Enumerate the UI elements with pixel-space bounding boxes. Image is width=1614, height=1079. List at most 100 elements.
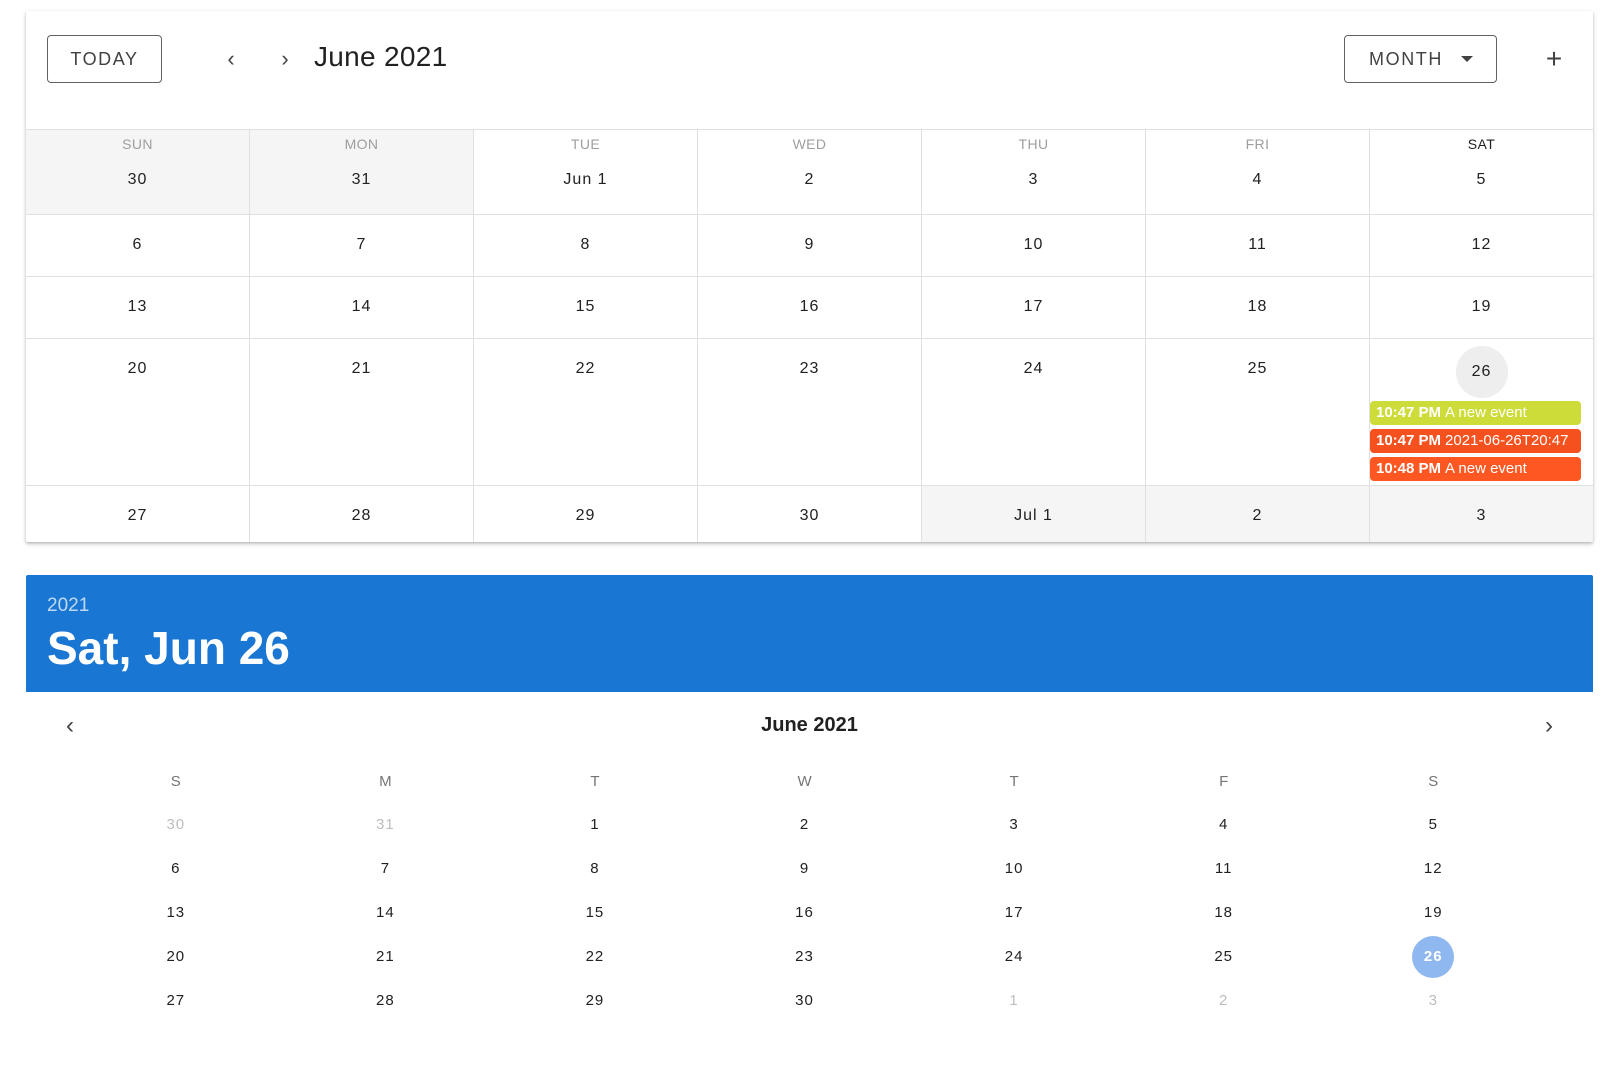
next-month-button[interactable]: › xyxy=(265,39,305,79)
picker-day[interactable]: 29 xyxy=(490,978,700,1023)
calendar-day-cell[interactable]: 27 xyxy=(26,486,250,542)
date-number[interactable]: 7 xyxy=(250,236,473,258)
date-number[interactable]: Jul 1 xyxy=(922,507,1145,529)
date-number[interactable]: 12 xyxy=(1370,236,1593,258)
calendar-day-cell[interactable]: 6 xyxy=(26,215,250,276)
date-number[interactable]: 20 xyxy=(26,360,249,382)
calendar-day-cell[interactable]: 11 xyxy=(1146,215,1370,276)
calendar-day-cell[interactable]: 28 xyxy=(250,486,474,542)
calendar-day-cell[interactable]: 12 xyxy=(1370,215,1593,276)
date-number[interactable]: 27 xyxy=(26,507,249,529)
picker-day[interactable]: 7 xyxy=(281,846,491,891)
calendar-day-cell[interactable]: THU 3 xyxy=(922,130,1146,214)
picker-day[interactable]: 17 xyxy=(909,890,1119,935)
calendar-day-cell[interactable]: Jul 1 xyxy=(922,486,1146,542)
calendar-day-cell[interactable]: 15 xyxy=(474,277,698,338)
date-number[interactable]: 29 xyxy=(474,507,697,529)
calendar-day-cell[interactable]: 2 xyxy=(1146,486,1370,542)
date-number[interactable]: 30 xyxy=(698,507,921,529)
calendar-day-cell[interactable]: 21 xyxy=(250,339,474,485)
event-chip[interactable]: 10:48 PM A new event xyxy=(1370,457,1581,481)
picker-day[interactable]: 1 xyxy=(490,802,700,847)
picker-day[interactable]: 23 xyxy=(700,934,910,979)
date-number[interactable]: 11 xyxy=(1146,236,1369,258)
picker-day[interactable]: 18 xyxy=(1119,890,1329,935)
calendar-day-cell[interactable]: 17 xyxy=(922,277,1146,338)
picker-day[interactable]: 13 xyxy=(71,890,281,935)
calendar-day-cell[interactable]: 16 xyxy=(698,277,922,338)
calendar-day-cell[interactable]: 10 xyxy=(922,215,1146,276)
prev-month-button[interactable]: ‹ xyxy=(211,39,251,79)
picker-next-month-button[interactable]: › xyxy=(1531,708,1567,744)
calendar-day-cell[interactable]: 9 xyxy=(698,215,922,276)
picker-day[interactable]: 10 xyxy=(909,846,1119,891)
picker-day[interactable]: 19 xyxy=(1328,890,1538,935)
date-number[interactable]: 28 xyxy=(250,507,473,529)
calendar-day-cell[interactable]: SAT 5 xyxy=(1370,130,1593,214)
calendar-day-cell[interactable]: 13 xyxy=(26,277,250,338)
picker-year[interactable]: 2021 xyxy=(47,595,89,617)
date-number[interactable]: 2 xyxy=(1146,507,1369,529)
picker-day[interactable]: 2 xyxy=(1119,978,1329,1023)
calendar-day-cell[interactable]: 18 xyxy=(1146,277,1370,338)
date-number[interactable]: 19 xyxy=(1370,298,1593,320)
picker-day[interactable]: 3 xyxy=(909,802,1119,847)
calendar-day-cell[interactable]: 25 xyxy=(1146,339,1370,485)
date-number[interactable]: 30 xyxy=(26,171,249,193)
picker-day[interactable]: 22 xyxy=(490,934,700,979)
calendar-day-cell[interactable]: 29 xyxy=(474,486,698,542)
date-number[interactable]: 9 xyxy=(698,236,921,258)
picker-day[interactable]: 20 xyxy=(71,934,281,979)
view-select-button[interactable]: MONTH xyxy=(1344,35,1497,83)
picker-day[interactable]: 12 xyxy=(1328,846,1538,891)
date-number[interactable]: 22 xyxy=(474,360,697,382)
calendar-day-cell[interactable]: 14 xyxy=(250,277,474,338)
event-chip[interactable]: 10:47 PM A new event xyxy=(1370,401,1581,425)
calendar-day-cell[interactable]: 26 10:47 PM A new event 10:47 PM 2021-06-26T… xyxy=(1370,339,1593,485)
picker-day[interactable]: 24 xyxy=(909,934,1119,979)
date-number[interactable]: 17 xyxy=(922,298,1145,320)
picker-day[interactable]: 28 xyxy=(281,978,491,1023)
picker-day[interactable]: 6 xyxy=(71,846,281,891)
picker-day[interactable]: 16 xyxy=(700,890,910,935)
picker-day[interactable]: 3 xyxy=(1328,978,1538,1023)
picker-day[interactable]: 2 xyxy=(700,802,910,847)
date-number[interactable]: 8 xyxy=(474,236,697,258)
picker-day[interactable]: 30 xyxy=(71,802,281,847)
today-button[interactable]: TODAY xyxy=(47,35,162,83)
calendar-day-cell[interactable]: SUN 30 xyxy=(26,130,250,214)
picker-selected-day[interactable]: 26 xyxy=(1412,936,1455,978)
date-number[interactable]: 31 xyxy=(250,171,473,193)
picker-month-title[interactable]: June 2021 xyxy=(26,714,1593,737)
calendar-day-cell[interactable]: 8 xyxy=(474,215,698,276)
date-number[interactable]: 13 xyxy=(26,298,249,320)
today-date-number[interactable]: 26 xyxy=(1455,346,1508,398)
date-number[interactable]: Jun 1 xyxy=(474,171,697,193)
calendar-day-cell[interactable]: 7 xyxy=(250,215,474,276)
calendar-day-cell[interactable]: MON 31 xyxy=(250,130,474,214)
calendar-day-cell[interactable]: TUE Jun 1 xyxy=(474,130,698,214)
date-number[interactable]: 23 xyxy=(698,360,921,382)
calendar-day-cell[interactable]: 19 xyxy=(1370,277,1593,338)
date-number[interactable]: 2 xyxy=(698,171,921,193)
picker-day[interactable]: 5 xyxy=(1328,802,1538,847)
calendar-day-cell[interactable]: 23 xyxy=(698,339,922,485)
picker-day[interactable]: 31 xyxy=(281,802,491,847)
calendar-day-cell[interactable]: WED 2 xyxy=(698,130,922,214)
date-number[interactable]: 14 xyxy=(250,298,473,320)
picker-day[interactable]: 11 xyxy=(1119,846,1329,891)
picker-day[interactable]: 8 xyxy=(490,846,700,891)
picker-day[interactable]: 4 xyxy=(1119,802,1329,847)
add-event-button[interactable]: + xyxy=(1534,39,1574,79)
calendar-day-cell[interactable]: 3 xyxy=(1370,486,1593,542)
date-number[interactable]: 6 xyxy=(26,236,249,258)
calendar-day-cell[interactable]: 22 xyxy=(474,339,698,485)
date-number[interactable]: 10 xyxy=(922,236,1145,258)
date-number[interactable]: 24 xyxy=(922,360,1145,382)
calendar-day-cell[interactable]: 24 xyxy=(922,339,1146,485)
calendar-day-cell[interactable]: 30 xyxy=(698,486,922,542)
date-number[interactable]: 3 xyxy=(922,171,1145,193)
date-number[interactable]: 25 xyxy=(1146,360,1369,382)
date-number[interactable]: 3 xyxy=(1370,507,1593,529)
picker-day[interactable]: 1 xyxy=(909,978,1119,1023)
